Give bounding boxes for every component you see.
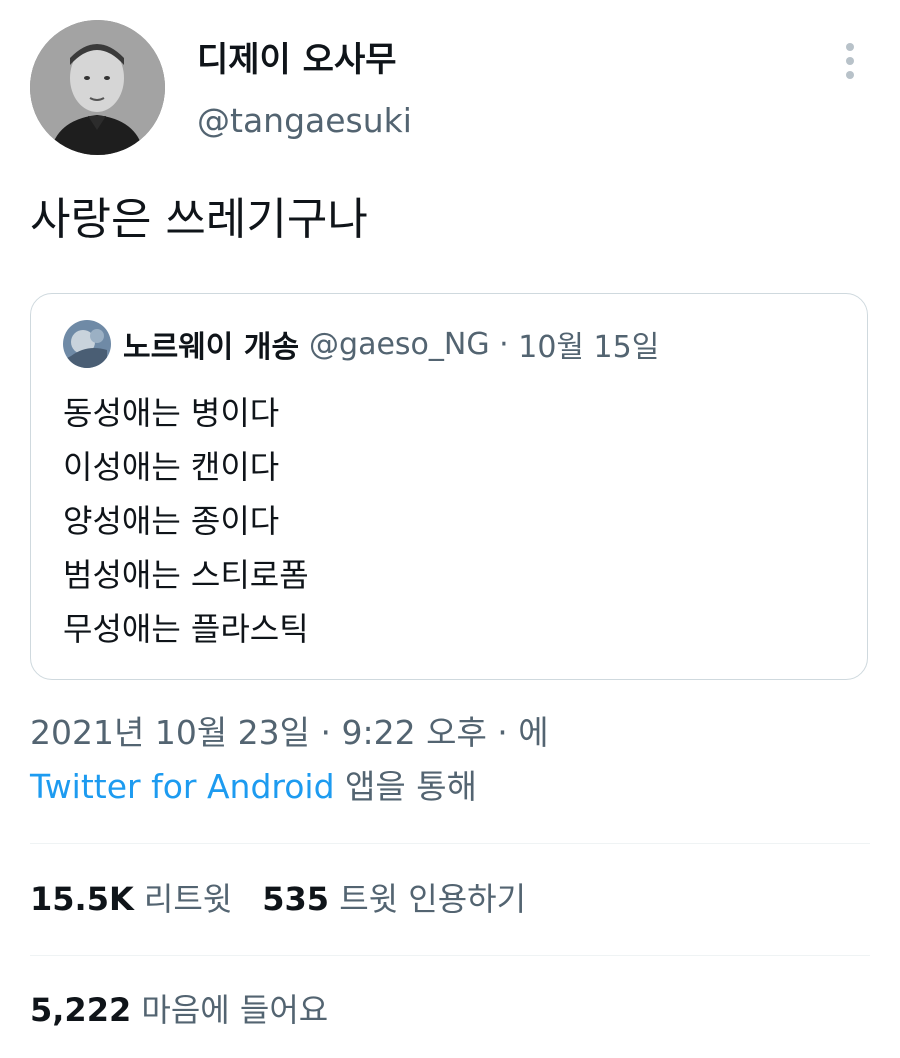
divider <box>30 843 870 844</box>
quoted-author-avatar[interactable] <box>63 320 111 368</box>
quoted-tweet-line: 이성애는 캔이다 <box>63 448 280 486</box>
more-vertical-icon <box>846 43 854 79</box>
profile-photo-icon <box>63 320 111 368</box>
author-avatar[interactable] <box>30 20 165 155</box>
likes-stats-row: 5,222 마음에 들어요 <box>30 985 328 1035</box>
quote-tweets-count: 535 <box>262 880 330 918</box>
author-display-name[interactable]: 디제이 오사무 <box>197 38 397 82</box>
retweets-stat[interactable]: 15.5K 리트윗 <box>30 880 232 918</box>
meta-separator: · <box>490 327 519 362</box>
retweets-count: 15.5K <box>30 880 134 918</box>
quoted-author-handle[interactable]: @gaeso_NG <box>309 327 490 362</box>
source-app-link[interactable]: Twitter for Android <box>30 767 335 806</box>
likes-label: 마음에 들어요 <box>141 991 329 1029</box>
quoted-tweet-line: 무성애는 플라스틱 <box>63 610 309 648</box>
tweet-text: 사랑은 쓰레기구나 <box>30 194 368 245</box>
quoted-tweet-header: 노르웨이 개송 @gaeso_NG · 10월 15일 <box>63 320 659 368</box>
profile-photo-icon <box>30 20 165 155</box>
quoted-tweet-text: 동성애는 병이다 이성애는 캔이다 양성애는 종이다 범성애는 스티로폼 무성애… <box>63 386 309 656</box>
more-options-button[interactable] <box>832 38 868 84</box>
tweet-source: Twitter for Android 앱을 통해 <box>30 762 477 812</box>
quoted-tweet-line: 양성애는 종이다 <box>63 502 280 540</box>
divider <box>30 955 870 956</box>
likes-stat[interactable]: 5,222 마음에 들어요 <box>30 991 328 1029</box>
separator-dot: · <box>499 326 509 362</box>
source-suffix: 앱을 통해 <box>334 767 477 806</box>
quoted-tweet-line: 동성애는 병이다 <box>63 394 280 432</box>
retweets-label: 리트윗 <box>143 880 233 918</box>
quoted-tweet-card[interactable]: 노르웨이 개송 @gaeso_NG · 10월 15일 동성애는 병이다 이성애… <box>30 293 868 680</box>
tweet-timestamp[interactable]: 2021년 10월 23일 · 9:22 오후 · 에 <box>30 708 549 758</box>
quoted-author-display-name[interactable]: 노르웨이 개송 <box>123 322 299 366</box>
quote-tweets-stat[interactable]: 535 트윗 인용하기 <box>262 880 526 918</box>
likes-count: 5,222 <box>30 991 132 1029</box>
quoted-tweet-line: 범성애는 스티로폼 <box>63 556 309 594</box>
engagement-stats-row: 15.5K 리트윗 535 트윗 인용하기 <box>30 874 526 924</box>
quoted-tweet-date[interactable]: 10월 15일 <box>518 322 659 366</box>
quote-tweets-label: 트윗 인용하기 <box>339 880 527 918</box>
author-handle[interactable]: @tangaesuki <box>197 100 412 142</box>
